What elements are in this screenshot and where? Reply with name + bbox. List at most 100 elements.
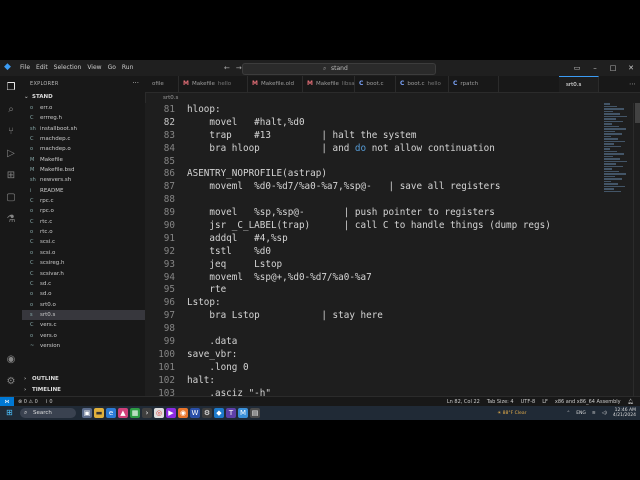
firefox-browser-icon[interactable]: ◉ <box>178 408 188 418</box>
file-tree-item[interactable]: o scsi.o <box>22 248 145 258</box>
tab-file-icon: C <box>400 80 405 87</box>
tab-6[interactable]: Crpatch <box>449 76 499 92</box>
line-number: 86 <box>163 168 175 180</box>
explorer-files-icon[interactable]: ❐ <box>5 82 17 94</box>
file-tree-item[interactable]: o srt0.o <box>22 300 145 310</box>
settings-app-icon[interactable]: ⚙ <box>202 408 212 418</box>
file-tree-item[interactable]: sh newvers.sh <box>22 175 145 185</box>
file-tree-item[interactable]: o machdep.o <box>22 144 145 154</box>
back-arrow-icon[interactable]: ← <box>224 64 230 72</box>
app-extra-icon[interactable]: ▤ <box>250 408 260 418</box>
media-app-icon[interactable]: ▶ <box>166 408 176 418</box>
file-tree-item[interactable]: Crtc.c <box>22 217 145 227</box>
tab-4[interactable]: Cboot.c <box>355 76 396 92</box>
photos-app-icon[interactable]: ▲ <box>118 408 128 418</box>
chrome-browser-icon[interactable]: ◎ <box>154 408 164 418</box>
taskview-icon[interactable]: ▣ <box>82 408 92 418</box>
menu-view[interactable]: View <box>87 60 101 76</box>
outline-section[interactable]: › OUTLINE <box>24 374 59 384</box>
more-actions-icon[interactable]: ··· <box>132 79 139 87</box>
file-tree-item[interactable]: s srt0.s <box>22 309 145 321</box>
file-tree-item-label: vers.o <box>40 332 57 339</box>
minimize-icon[interactable]: – <box>586 60 604 76</box>
code-editor[interactable]: 81 hloop: 82 movel #halt,%d0 83 trap #13 | … <box>145 103 603 396</box>
close-icon[interactable]: ✕ <box>622 60 640 76</box>
file-tree-item[interactable]: Cvers.c <box>22 320 145 330</box>
file-tree-item[interactable]: Cscsi.c <box>22 237 145 247</box>
taskbar-apps: ▣ ▬ e ▲ ▦ › ◎ ▶ ◉ W ⚙ ◆ T M ▤ <box>82 408 262 418</box>
file-type-icon: o <box>30 291 34 298</box>
tab-1[interactable]: M Makefile hello <box>179 76 248 92</box>
file-tree-item[interactable]: o sd.o <box>22 289 145 299</box>
wifi-icon[interactable]: ≋ <box>592 411 596 416</box>
run-debug-icon[interactable]: ▷ <box>5 148 17 160</box>
forward-arrow-icon[interactable]: → <box>236 64 242 72</box>
file-tree-item[interactable]: i README <box>22 186 145 196</box>
gear-icon[interactable]: ⚙ <box>5 376 17 388</box>
code-line: 102 halt: <box>145 375 603 388</box>
tab-0[interactable]: ofile <box>145 76 179 92</box>
tab-3[interactable]: M Makefile libsa <box>303 76 355 92</box>
file-tree-item[interactable]: o vers.o <box>22 331 145 341</box>
teams-app-icon[interactable]: T <box>226 408 236 418</box>
file-tree-item[interactable]: ~ version <box>22 341 145 351</box>
remote-explorer-icon[interactable]: ▢ <box>5 192 17 204</box>
line-number: 91 <box>163 232 175 244</box>
tab-5[interactable]: Cboot.c hello <box>396 76 449 92</box>
word-app-icon[interactable]: W <box>190 408 200 418</box>
taskbar-search[interactable]: ⌕ Search <box>20 408 76 418</box>
windows-start-icon[interactable]: ⊞ <box>6 409 13 417</box>
app-m-icon[interactable]: M <box>238 408 248 418</box>
minimap[interactable] <box>604 103 630 203</box>
tray-chevron-up-icon[interactable]: ⌃ <box>566 411 570 416</box>
terminal-app-icon[interactable]: › <box>142 408 152 418</box>
file-tree-item[interactable]: Crpc.c <box>22 196 145 206</box>
more-actions-icon[interactable]: ⋯ <box>629 76 636 92</box>
testing-icon[interactable]: ⚗ <box>5 214 17 226</box>
menu-edit[interactable]: Edit <box>36 60 48 76</box>
extensions-icon[interactable]: ⊞ <box>5 170 17 182</box>
minimap-line <box>604 168 612 170</box>
folder-section-stand[interactable]: ⌄ STAND <box>24 92 145 102</box>
store-app-icon[interactable]: ▦ <box>130 408 140 418</box>
menu-run[interactable]: Run <box>122 60 134 76</box>
source-control-icon[interactable]: ⑂ <box>5 126 17 138</box>
layout-icon[interactable]: ▭ <box>568 60 586 76</box>
search-icon[interactable]: ⌕ <box>5 104 17 116</box>
code-text: bra hloop | and do not allow continuatio… <box>187 142 495 154</box>
menu-selection[interactable]: Selection <box>54 60 82 76</box>
file-tree-item[interactable]: M Makefile <box>22 155 145 165</box>
explorer-header: EXPLORER <box>30 81 59 87</box>
file-tree-item[interactable]: sh installboot.sh <box>22 124 145 134</box>
file-tree-item[interactable]: M Makefile.bsd <box>22 165 145 175</box>
edge-browser-icon[interactable]: e <box>106 408 116 418</box>
vscode-taskbar-icon[interactable]: ◆ <box>214 408 224 418</box>
menu-go[interactable]: Go <box>108 60 116 76</box>
weather-widget[interactable]: ☀ 88°F Clear <box>497 411 526 416</box>
problems-indicator[interactable]: ⊗ 0 ⚠ 0 <box>18 399 38 405</box>
file-tree-item[interactable]: Cerrreg.h <box>22 113 145 123</box>
account-icon[interactable]: ◉ <box>5 354 17 366</box>
timeline-section[interactable]: › TIMELINE <box>24 385 61 395</box>
file-explorer-icon[interactable]: ▬ <box>94 408 104 418</box>
code-text: save_vbr: <box>187 348 238 360</box>
ports-indicator[interactable]: ⌇ 0 <box>45 399 52 405</box>
breadcrumb[interactable]: srt0.s <box>163 94 178 102</box>
file-tree-item[interactable]: o err.o <box>22 103 145 113</box>
file-tree-item[interactable]: Cmachdep.c <box>22 134 145 144</box>
command-center-search[interactable]: ⌕ stand <box>242 63 436 75</box>
menu-file[interactable]: File <box>20 60 30 76</box>
file-tree-item[interactable]: Csd.c <box>22 279 145 289</box>
tab-2[interactable]: M Makefile.old <box>248 76 303 92</box>
file-tree-item[interactable]: o rtc.o <box>22 227 145 237</box>
file-tree-item[interactable]: Cscsivar.h <box>22 269 145 279</box>
clock[interactable]: 12:46 AM 4/21/2024 <box>613 408 636 418</box>
file-tree-item[interactable]: Cscsireg.h <box>22 258 145 268</box>
maximize-icon[interactable]: □ <box>604 60 622 76</box>
volume-icon[interactable]: ◁) <box>602 411 607 416</box>
editor-scrollbar[interactable] <box>633 103 640 396</box>
scrollbar-thumb[interactable] <box>635 103 640 123</box>
file-tree-item[interactable]: o rpc.o <box>22 206 145 216</box>
tab-7[interactable]: srt0.s <box>559 76 599 92</box>
language-indicator[interactable]: ENG <box>576 411 586 416</box>
